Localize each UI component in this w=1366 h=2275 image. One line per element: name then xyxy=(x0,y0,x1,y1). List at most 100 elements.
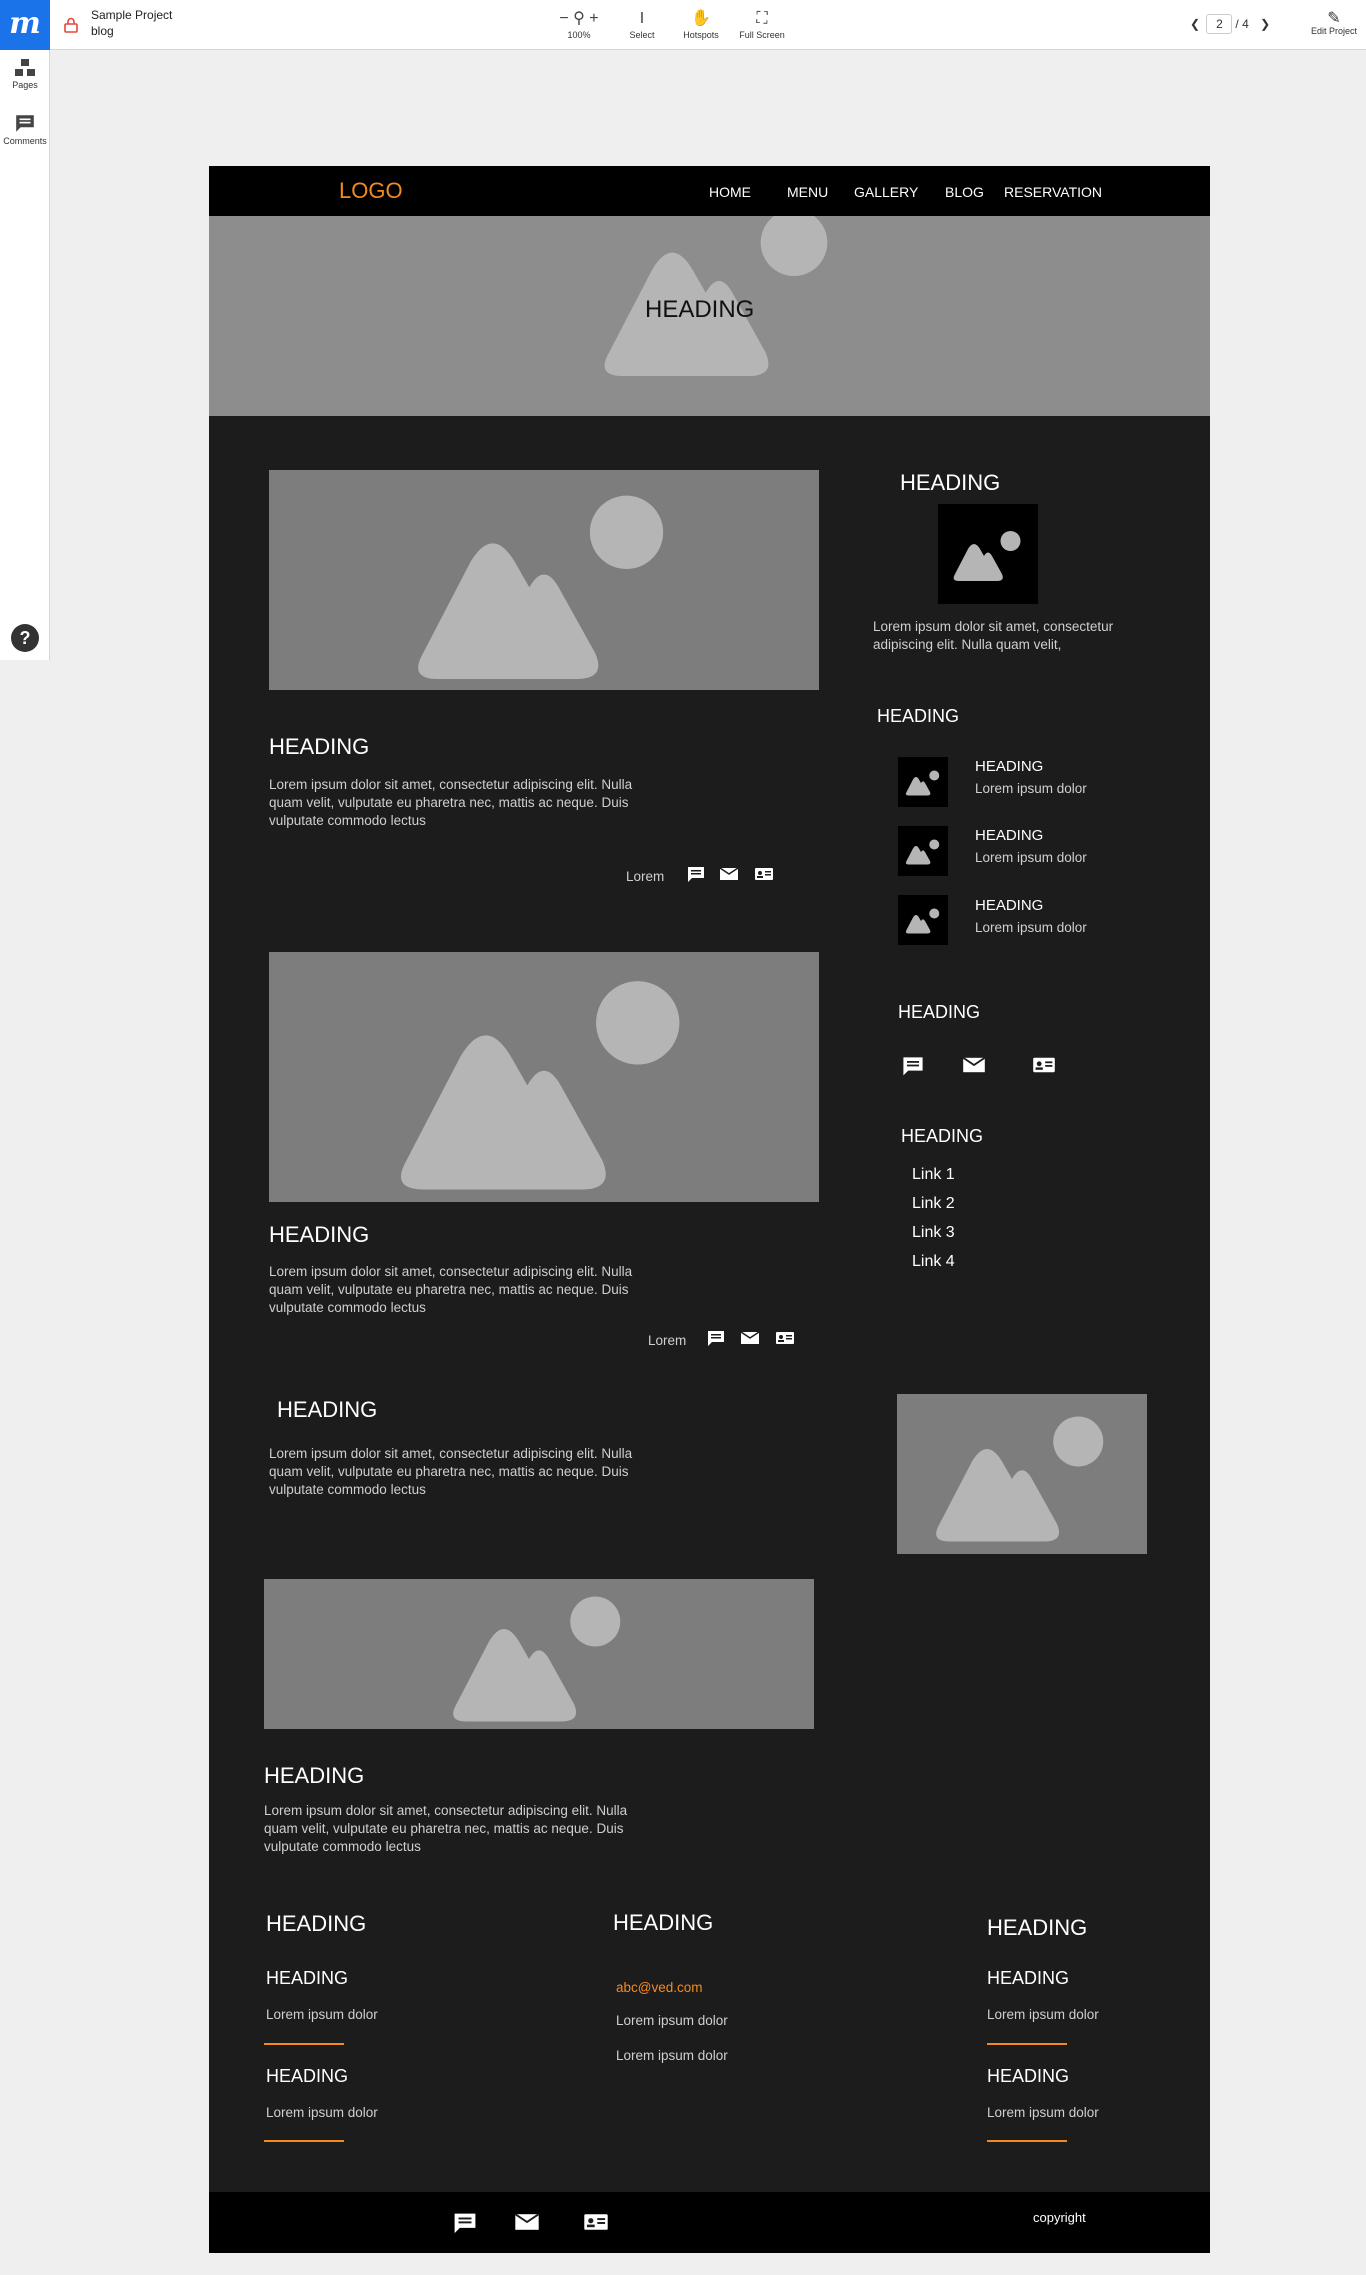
mail-icon[interactable] xyxy=(962,1054,986,1076)
page-number-input[interactable]: 2 xyxy=(1206,14,1233,34)
footer-item-title: HEADING xyxy=(987,2066,1070,2086)
link-2[interactable]: Link 2 xyxy=(912,1195,955,1213)
prototype-page: LOGO HOME MENU GALLERY BLOG RESERVATION … xyxy=(209,166,1210,2253)
pages-label: Pages xyxy=(12,80,38,90)
link-1[interactable]: Link 1 xyxy=(912,1166,955,1184)
footer-divider xyxy=(264,2043,344,2045)
hotspots-label: Hotspots xyxy=(683,30,719,40)
mail-icon[interactable] xyxy=(514,2210,540,2234)
comments-label: Comments xyxy=(3,136,47,146)
footer-item-title: HEADING xyxy=(987,1968,1070,1988)
chat-icon[interactable] xyxy=(452,2212,478,2236)
app-logo[interactable]: m xyxy=(0,0,50,50)
chat-icon[interactable] xyxy=(901,1056,925,1078)
project-name: Sample Project xyxy=(91,8,173,22)
footer-item-text: Lorem ipsum dolor xyxy=(987,2007,1099,2022)
recent-heading: HEADING xyxy=(877,706,960,726)
comments-button[interactable]: Comments xyxy=(0,114,50,146)
image-placeholder-icon xyxy=(897,1394,1147,1554)
nav-gallery[interactable]: GALLERY xyxy=(854,184,918,200)
post-body: Lorem ipsum dolor sit amet, consectetur … xyxy=(269,1264,633,1315)
fullscreen-button[interactable]: ⛶ Full Screen xyxy=(732,8,792,40)
footer-col-heading: HEADING xyxy=(266,1911,367,1936)
recent-title[interactable]: HEADING xyxy=(975,827,1043,845)
site-navbar: LOGO HOME MENU GALLERY BLOG RESERVATION xyxy=(209,166,1210,216)
contact-card-icon[interactable] xyxy=(583,2210,609,2234)
footer-divider xyxy=(987,2043,1067,2045)
pages-icon xyxy=(15,59,35,76)
post-meta: Lorem xyxy=(648,1333,687,1348)
recent-thumb[interactable] xyxy=(898,826,948,876)
pencil-icon: ✎ xyxy=(1327,10,1341,27)
recent-title[interactable]: HEADING xyxy=(975,758,1043,776)
zoom-out-button[interactable]: − xyxy=(559,10,568,27)
link-4[interactable]: Link 4 xyxy=(912,1253,955,1271)
page-total: / 4 xyxy=(1235,17,1249,31)
contact-card-icon[interactable] xyxy=(775,1329,795,1347)
nav-home[interactable]: HOME xyxy=(709,184,751,200)
select-cursor-icon: I xyxy=(639,10,645,27)
zoom-icon[interactable]: − ⚲ + xyxy=(549,8,609,30)
link-3[interactable]: Link 3 xyxy=(912,1224,955,1242)
edit-project-button[interactable]: ✎ Edit Project xyxy=(1306,8,1362,36)
select-tool-button[interactable]: I Select xyxy=(622,8,662,40)
footer-divider xyxy=(987,2140,1067,2142)
fullscreen-icon: ⛶ xyxy=(756,10,768,27)
footer-item-title: HEADING xyxy=(266,2066,349,2086)
project-info: Sample Project blog xyxy=(91,7,172,39)
footer-divider xyxy=(264,2140,344,2142)
recent-text: Lorem ipsum dolor xyxy=(975,850,1087,865)
image-placeholder-icon xyxy=(898,826,948,876)
image-placeholder-icon xyxy=(898,895,948,945)
chevron-left-icon[interactable]: ❮ xyxy=(1190,17,1200,31)
hero-heading: HEADING xyxy=(645,296,755,323)
social-heading: HEADING xyxy=(898,1002,981,1022)
image-placeholder-icon xyxy=(938,504,1038,604)
nav-reservation[interactable]: RESERVATION xyxy=(1004,184,1102,200)
nav-blog[interactable]: BLOG xyxy=(945,184,984,200)
nav-menu[interactable]: MENU xyxy=(787,184,828,200)
chat-icon[interactable] xyxy=(686,866,706,884)
contact-card-icon[interactable] xyxy=(754,865,774,883)
lock-icon[interactable] xyxy=(64,17,78,33)
image-placeholder-icon xyxy=(269,952,819,1202)
post-image xyxy=(264,1579,814,1729)
mail-icon[interactable] xyxy=(719,865,739,883)
footer-item-text: Lorem ipsum dolor xyxy=(266,2105,378,2120)
footer-col-heading: HEADING xyxy=(987,1915,1088,1940)
edit-project-label: Edit Project xyxy=(1310,26,1358,36)
post-image xyxy=(897,1394,1147,1554)
footer-item-title: HEADING xyxy=(266,1968,349,1988)
chevron-right-icon[interactable]: ❯ xyxy=(1260,17,1270,31)
post-heading: HEADING xyxy=(269,734,370,759)
site-footer-bar: copyright xyxy=(209,2192,1210,2253)
app-toolbar: m Sample Project blog − ⚲ + 100% I Selec… xyxy=(0,0,1366,50)
page-name: blog xyxy=(91,24,114,38)
footer-item-text: Lorem ipsum dolor xyxy=(266,2007,378,2022)
chat-icon[interactable] xyxy=(706,1330,726,1348)
zoom-in-button[interactable]: + xyxy=(589,10,598,27)
recent-title[interactable]: HEADING xyxy=(975,897,1043,915)
contact-card-icon[interactable] xyxy=(1032,1054,1056,1076)
footer-email-link[interactable]: abc@ved.com xyxy=(616,1979,703,1997)
mail-icon[interactable] xyxy=(740,1329,760,1347)
post-body: Lorem ipsum dolor sit amet, consectetur … xyxy=(269,777,633,828)
about-heading: HEADING xyxy=(900,470,1001,495)
pages-button[interactable]: Pages xyxy=(0,58,50,90)
footer-line: Lorem ipsum dolor xyxy=(616,2048,728,2063)
post-image xyxy=(269,470,819,690)
help-icon[interactable]: ? xyxy=(11,624,39,652)
comments-icon xyxy=(16,115,34,132)
footer-col-heading: HEADING xyxy=(613,1910,714,1935)
recent-thumb[interactable] xyxy=(898,757,948,807)
image-placeholder-icon xyxy=(264,1579,814,1729)
recent-text: Lorem ipsum dolor xyxy=(975,920,1087,935)
recent-thumb[interactable] xyxy=(898,895,948,945)
zoom-control[interactable]: − ⚲ + 100% xyxy=(549,8,609,40)
select-label: Select xyxy=(629,30,655,40)
hotspots-button[interactable]: ✋ Hotspots xyxy=(676,8,726,40)
fullscreen-label: Full Screen xyxy=(739,30,785,40)
site-logo[interactable]: LOGO xyxy=(339,178,403,204)
links-heading: HEADING xyxy=(901,1126,984,1146)
image-placeholder-icon xyxy=(898,757,948,807)
